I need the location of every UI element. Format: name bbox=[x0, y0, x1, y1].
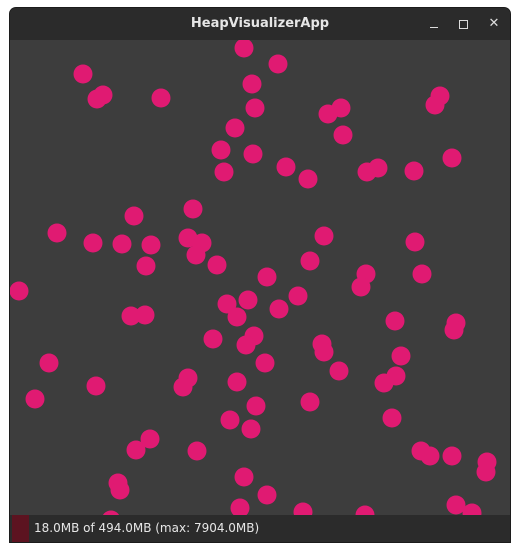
heap-object-ball bbox=[243, 144, 263, 164]
heap-object-ball bbox=[241, 419, 261, 439]
heap-object-ball bbox=[293, 502, 313, 515]
heap-object-ball bbox=[318, 104, 338, 124]
heap-object-ball bbox=[25, 389, 45, 409]
heap-object-ball bbox=[186, 245, 206, 265]
heap-status-text: 18.0MB of 494.0MB (max: 7904.0MB) bbox=[34, 521, 260, 535]
heap-object-ball bbox=[93, 85, 113, 105]
heap-object-ball bbox=[220, 410, 240, 430]
heap-object-ball bbox=[151, 88, 171, 108]
heap-object-ball bbox=[230, 498, 250, 515]
heap-object-ball bbox=[329, 361, 349, 381]
heap-object-ball bbox=[234, 40, 254, 58]
heap-object-ball bbox=[47, 223, 67, 243]
heap-object-ball bbox=[412, 264, 432, 284]
heap-object-ball bbox=[126, 440, 146, 460]
maximize-button[interactable] bbox=[453, 14, 473, 34]
heap-object-ball bbox=[236, 335, 256, 355]
heap-object-ball bbox=[183, 199, 203, 219]
heap-object-ball bbox=[141, 235, 161, 255]
heap-object-ball bbox=[112, 234, 132, 254]
heap-object-ball bbox=[203, 329, 223, 349]
heap-object-ball bbox=[382, 408, 402, 428]
title-bar[interactable]: HeapVisualizerApp ✕ bbox=[10, 8, 510, 40]
heap-object-ball bbox=[225, 118, 245, 138]
heap-object-ball bbox=[314, 342, 334, 362]
heap-object-ball bbox=[136, 256, 156, 276]
heap-object-ball bbox=[404, 161, 424, 181]
heap-object-ball bbox=[245, 98, 265, 118]
close-icon: ✕ bbox=[488, 16, 500, 31]
heap-object-ball bbox=[214, 162, 234, 182]
heap-object-ball bbox=[255, 353, 275, 373]
heap-object-ball bbox=[355, 505, 375, 515]
close-button[interactable]: ✕ bbox=[484, 14, 504, 34]
heap-object-ball bbox=[405, 232, 425, 252]
heap-object-ball bbox=[39, 353, 59, 373]
heap-object-ball bbox=[227, 307, 247, 327]
heap-object-ball bbox=[314, 226, 334, 246]
heap-object-ball bbox=[351, 277, 371, 297]
heap-object-ball bbox=[300, 392, 320, 412]
heap-object-ball bbox=[333, 125, 353, 145]
heap-object-ball bbox=[386, 366, 406, 386]
heap-object-ball bbox=[298, 169, 318, 189]
heap-object-ball bbox=[385, 311, 405, 331]
minimize-icon bbox=[430, 27, 438, 28]
heap-object-ball bbox=[391, 346, 411, 366]
heap-usage-indicator bbox=[12, 515, 29, 542]
heap-object-ball bbox=[476, 462, 496, 482]
heap-object-ball bbox=[276, 157, 296, 177]
heap-object-ball bbox=[187, 441, 207, 461]
heap-object-ball bbox=[207, 255, 227, 275]
heap-object-ball bbox=[268, 54, 288, 74]
heap-object-ball bbox=[300, 251, 320, 271]
heap-object-ball bbox=[124, 206, 144, 226]
heap-object-ball bbox=[10, 281, 29, 301]
maximize-icon bbox=[459, 20, 468, 29]
heap-object-ball bbox=[257, 267, 277, 287]
heap-object-ball bbox=[425, 95, 445, 115]
heap-object-ball bbox=[242, 74, 262, 94]
heap-object-ball bbox=[73, 64, 93, 84]
heap-canvas[interactable] bbox=[10, 40, 510, 515]
heap-object-ball bbox=[86, 376, 106, 396]
heap-object-ball bbox=[444, 320, 464, 340]
heap-object-ball bbox=[234, 467, 254, 487]
heap-object-ball bbox=[442, 148, 462, 168]
heap-object-ball bbox=[442, 446, 462, 466]
heap-object-ball bbox=[420, 446, 440, 466]
heap-object-ball bbox=[110, 480, 130, 500]
app-window: HeapVisualizerApp ✕ 18.0MB of 494.0MB (m… bbox=[10, 8, 510, 542]
minimize-button[interactable] bbox=[424, 14, 444, 34]
heap-object-ball bbox=[246, 396, 266, 416]
heap-object-ball bbox=[269, 299, 289, 319]
heap-object-ball bbox=[173, 377, 193, 397]
heap-object-ball bbox=[357, 162, 377, 182]
heap-object-ball bbox=[83, 233, 103, 253]
heap-object-ball bbox=[227, 372, 247, 392]
heap-object-ball bbox=[288, 286, 308, 306]
heap-object-ball bbox=[238, 290, 258, 310]
status-bar: 18.0MB of 494.0MB (max: 7904.0MB) bbox=[10, 515, 510, 542]
heap-object-ball bbox=[257, 485, 277, 505]
heap-object-layer bbox=[10, 40, 497, 515]
heap-object-ball bbox=[135, 305, 155, 325]
heap-object-ball bbox=[211, 140, 231, 160]
